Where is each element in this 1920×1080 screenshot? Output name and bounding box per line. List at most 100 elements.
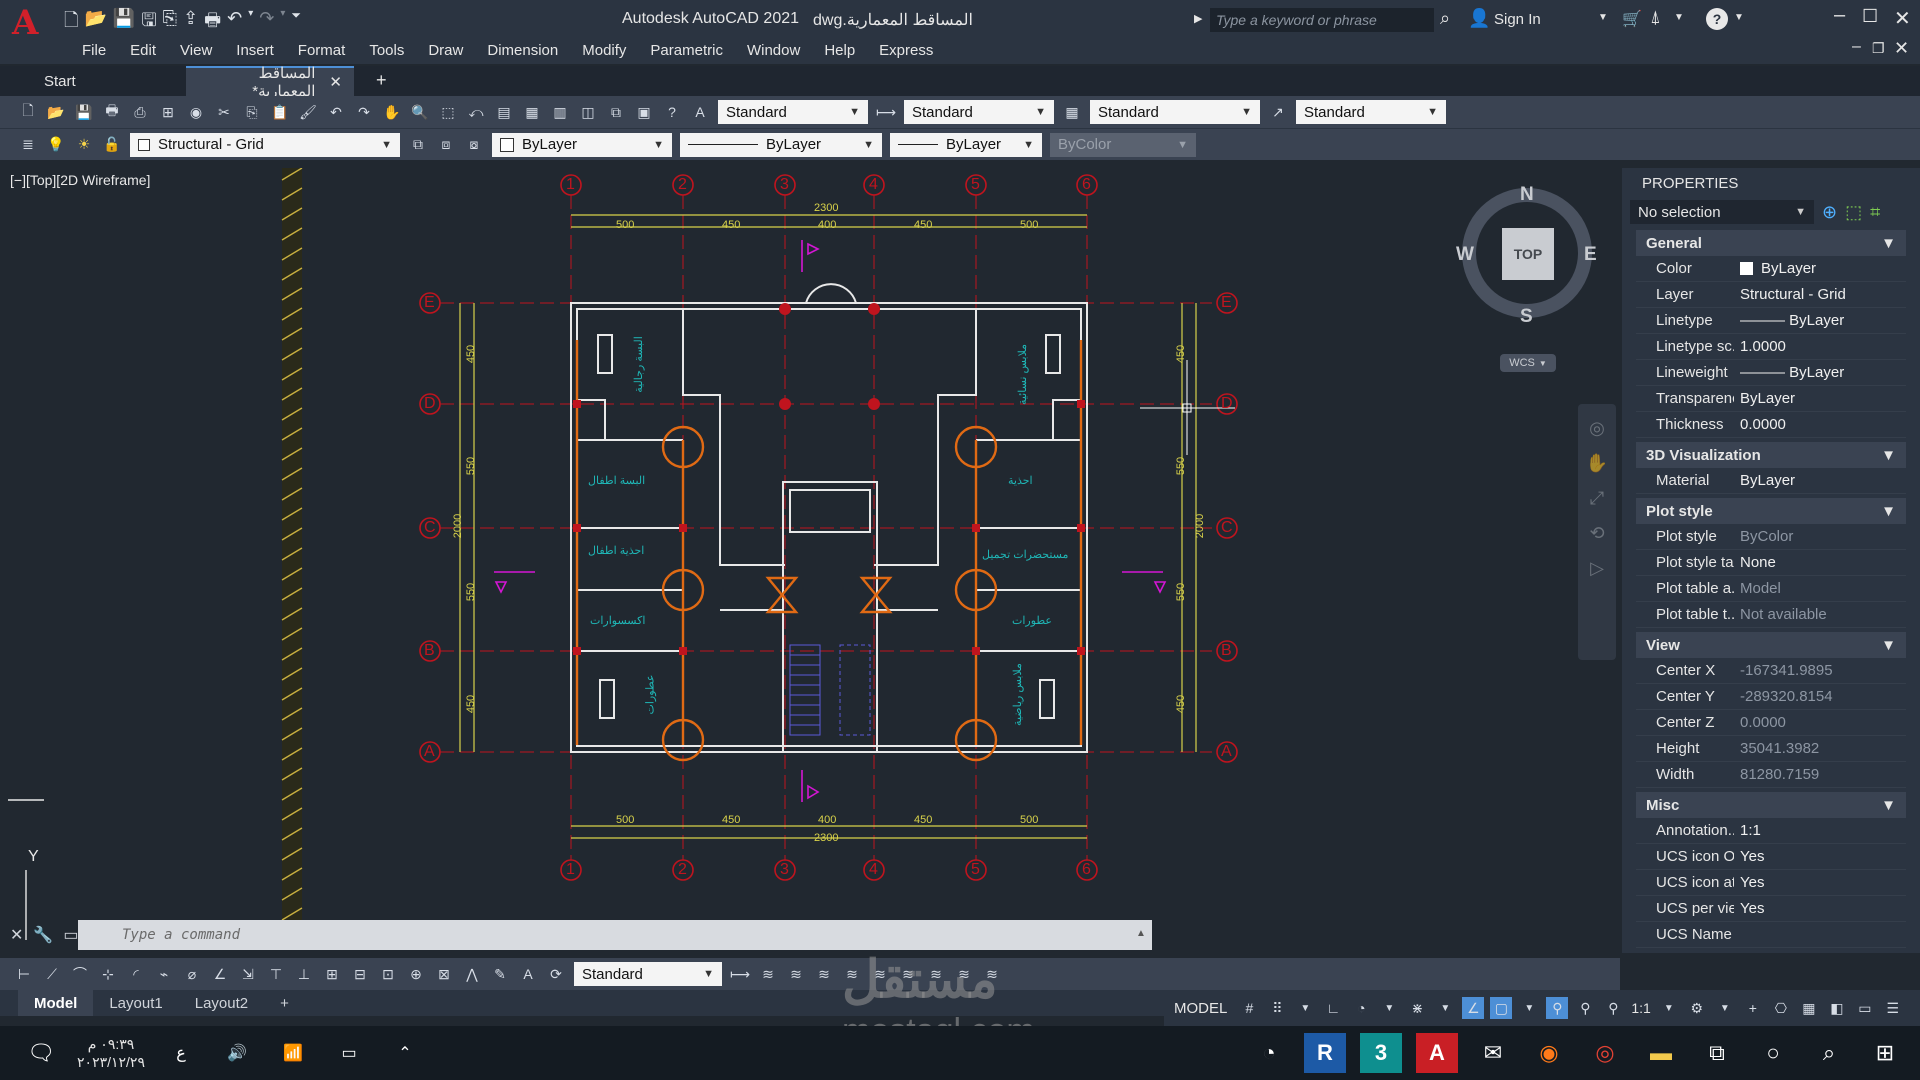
menu-draw[interactable]: Draw: [416, 42, 475, 59]
angular-dim-icon[interactable]: ∠: [209, 963, 231, 985]
text-style-icon[interactable]: A: [689, 101, 711, 123]
selection-select[interactable]: No selection ▼: [1630, 200, 1814, 224]
annotation-scale-value[interactable]: 1:1: [1631, 1000, 1650, 1016]
new-icon[interactable]: 🗋: [64, 8, 78, 38]
connect-dropdown-icon[interactable]: ▼: [1674, 12, 1684, 23]
cart-icon[interactable]: 🛒: [1622, 9, 1642, 29]
prop-row[interactable]: Material ByLayer: [1636, 468, 1906, 494]
workspace-dropdown-icon[interactable]: ▼: [1714, 997, 1736, 1019]
redo-dropdown-icon[interactable]: ▾: [280, 8, 285, 38]
close-icon[interactable]: ✕: [1894, 6, 1911, 31]
prop-row[interactable]: Transparency ByLayer: [1636, 386, 1906, 412]
calculator-icon[interactable]: ▣: [633, 101, 655, 123]
close-command-icon[interactable]: ✕: [10, 925, 23, 945]
select-objects-icon[interactable]: ⬚: [1845, 202, 1862, 223]
menu-parametric[interactable]: Parametric: [638, 42, 735, 59]
doc-close-icon[interactable]: ✕: [1894, 38, 1909, 59]
help-icon[interactable]: ?: [1706, 8, 1728, 30]
volume-icon[interactable]: 🔊: [216, 1033, 258, 1073]
zoom-window-icon[interactable]: ⬚: [437, 101, 459, 123]
search-task-icon[interactable]: ⌕: [1808, 1033, 1850, 1073]
open-web-icon[interactable]: ⎘: [163, 8, 177, 38]
viewcube-top-face[interactable]: TOP: [1502, 228, 1554, 280]
layer-tool-3-icon[interactable]: ≋: [813, 963, 835, 985]
menu-modify[interactable]: Modify: [570, 42, 638, 59]
section-3d-visualization[interactable]: 3D Visualization ▼: [1636, 442, 1906, 468]
layer-properties-icon[interactable]: ≣: [17, 134, 39, 156]
scale-dropdown-icon[interactable]: ▼: [1658, 997, 1680, 1019]
firefox-icon[interactable]: ◉: [1528, 1033, 1570, 1073]
viewcube-east[interactable]: E: [1584, 244, 1597, 266]
section-plot-style[interactable]: Plot style ▼: [1636, 498, 1906, 524]
open-icon[interactable]: 📂: [84, 8, 106, 38]
mleader-style-icon[interactable]: ↗: [1267, 101, 1289, 123]
object-snap-icon[interactable]: ▢: [1490, 997, 1513, 1019]
match-properties-icon[interactable]: 🖌: [297, 101, 319, 123]
dim-space-icon[interactable]: ⊞: [321, 963, 343, 985]
viewcube-north[interactable]: N: [1520, 184, 1534, 206]
file-explorer-icon[interactable]: ▬: [1640, 1033, 1682, 1073]
pan-icon[interactable]: ✋: [381, 101, 403, 123]
collapse-icon[interactable]: ▼: [1881, 503, 1896, 520]
sign-in-dropdown-icon[interactable]: ▼: [1598, 12, 1608, 23]
properties-icon[interactable]: ▤: [493, 101, 515, 123]
sign-in-link[interactable]: Sign In: [1494, 11, 1541, 28]
make-object-layer-current-icon[interactable]: ⧉: [407, 134, 429, 156]
collapse-icon[interactable]: ▼: [1881, 447, 1896, 464]
dim-style-select[interactable]: Standard ▼: [904, 100, 1054, 124]
prop-row[interactable]: Plot table a... Model: [1636, 576, 1906, 602]
plot-icon[interactable]: 🖶: [204, 8, 221, 38]
prop-row[interactable]: Color ByLayer: [1636, 256, 1906, 282]
prop-row[interactable]: UCS icon at... Yes: [1636, 870, 1906, 896]
layer-lock-icon[interactable]: 🔓: [101, 134, 123, 156]
doc-restore-icon[interactable]: ❐: [1872, 40, 1885, 57]
zoom-extents-icon[interactable]: ⤢: [1590, 488, 1604, 509]
menu-express[interactable]: Express: [867, 42, 945, 59]
prop-row[interactable]: UCS per vie... Yes: [1636, 896, 1906, 922]
redo-tb-icon[interactable]: ↷: [353, 101, 375, 123]
undo-dropdown-icon[interactable]: ▾: [248, 8, 253, 38]
prop-row[interactable]: Plot table t... Not available: [1636, 602, 1906, 628]
layer-previous-icon[interactable]: ⧈: [435, 134, 457, 156]
auto-scale-icon[interactable]: ⚲: [1574, 997, 1596, 1019]
section-general[interactable]: General ▼: [1636, 230, 1906, 256]
publish-icon[interactable]: ⊞: [157, 101, 179, 123]
mleader-style-select[interactable]: Standard ▼: [1296, 100, 1446, 124]
command-input[interactable]: Type a command: [78, 920, 1152, 950]
dim-style-icon[interactable]: ⟼: [875, 101, 897, 123]
collapse-icon[interactable]: ▼: [1881, 235, 1896, 252]
prop-row[interactable]: Lineweight ——— ByLayer: [1636, 360, 1906, 386]
cortana-icon[interactable]: ○: [1752, 1033, 1794, 1073]
app-generic-icon[interactable]: ◔: [1248, 1033, 1290, 1073]
web-icon[interactable]: ◉: [185, 101, 207, 123]
prop-row[interactable]: Linetype sc... 1.0000: [1636, 334, 1906, 360]
tab-start[interactable]: Start: [32, 66, 182, 96]
autocad-logo[interactable]: A: [12, 6, 38, 40]
dim-style-manager-icon[interactable]: ⟼: [729, 963, 751, 985]
prop-row[interactable]: Annotation... 1:1: [1636, 818, 1906, 844]
snap-dropdown-icon[interactable]: ▼: [1294, 997, 1316, 1019]
3dsmax-icon[interactable]: 3: [1360, 1033, 1402, 1073]
jogged-linear-icon[interactable]: ⋀: [461, 963, 483, 985]
prop-row[interactable]: UCS Name: [1636, 922, 1906, 948]
help-tb-icon[interactable]: ?: [661, 101, 683, 123]
battery-icon[interactable]: ▭: [328, 1033, 370, 1073]
layer-state-icon[interactable]: ⧇: [463, 134, 485, 156]
plot-file-icon[interactable]: 🖶: [101, 101, 123, 123]
baseline-dim-icon[interactable]: ⊤: [265, 963, 287, 985]
prop-row[interactable]: Linetype ——— ByLayer: [1636, 308, 1906, 334]
arc-length-icon[interactable]: ⌒: [69, 963, 91, 985]
command-history-icon[interactable]: ▲: [1136, 928, 1146, 939]
section-misc[interactable]: Misc ▼: [1636, 792, 1906, 818]
save-as-icon[interactable]: 🖫: [141, 8, 156, 38]
tab-model[interactable]: Model: [18, 990, 94, 1016]
prop-row[interactable]: Layer Structural - Grid: [1636, 282, 1906, 308]
prop-row[interactable]: Center X -167341.9895: [1636, 658, 1906, 684]
prop-row[interactable]: Plot style ByColor: [1636, 524, 1906, 550]
continue-dim-icon[interactable]: ⊥: [293, 963, 315, 985]
language-indicator[interactable]: ع: [160, 1033, 202, 1073]
orbit-icon[interactable]: ⟲: [1589, 523, 1604, 544]
linetype-select[interactable]: ByLayer ▼: [680, 132, 882, 157]
customize-command-icon[interactable]: 🔧: [33, 925, 53, 945]
prop-row[interactable]: Plot style ta... None: [1636, 550, 1906, 576]
